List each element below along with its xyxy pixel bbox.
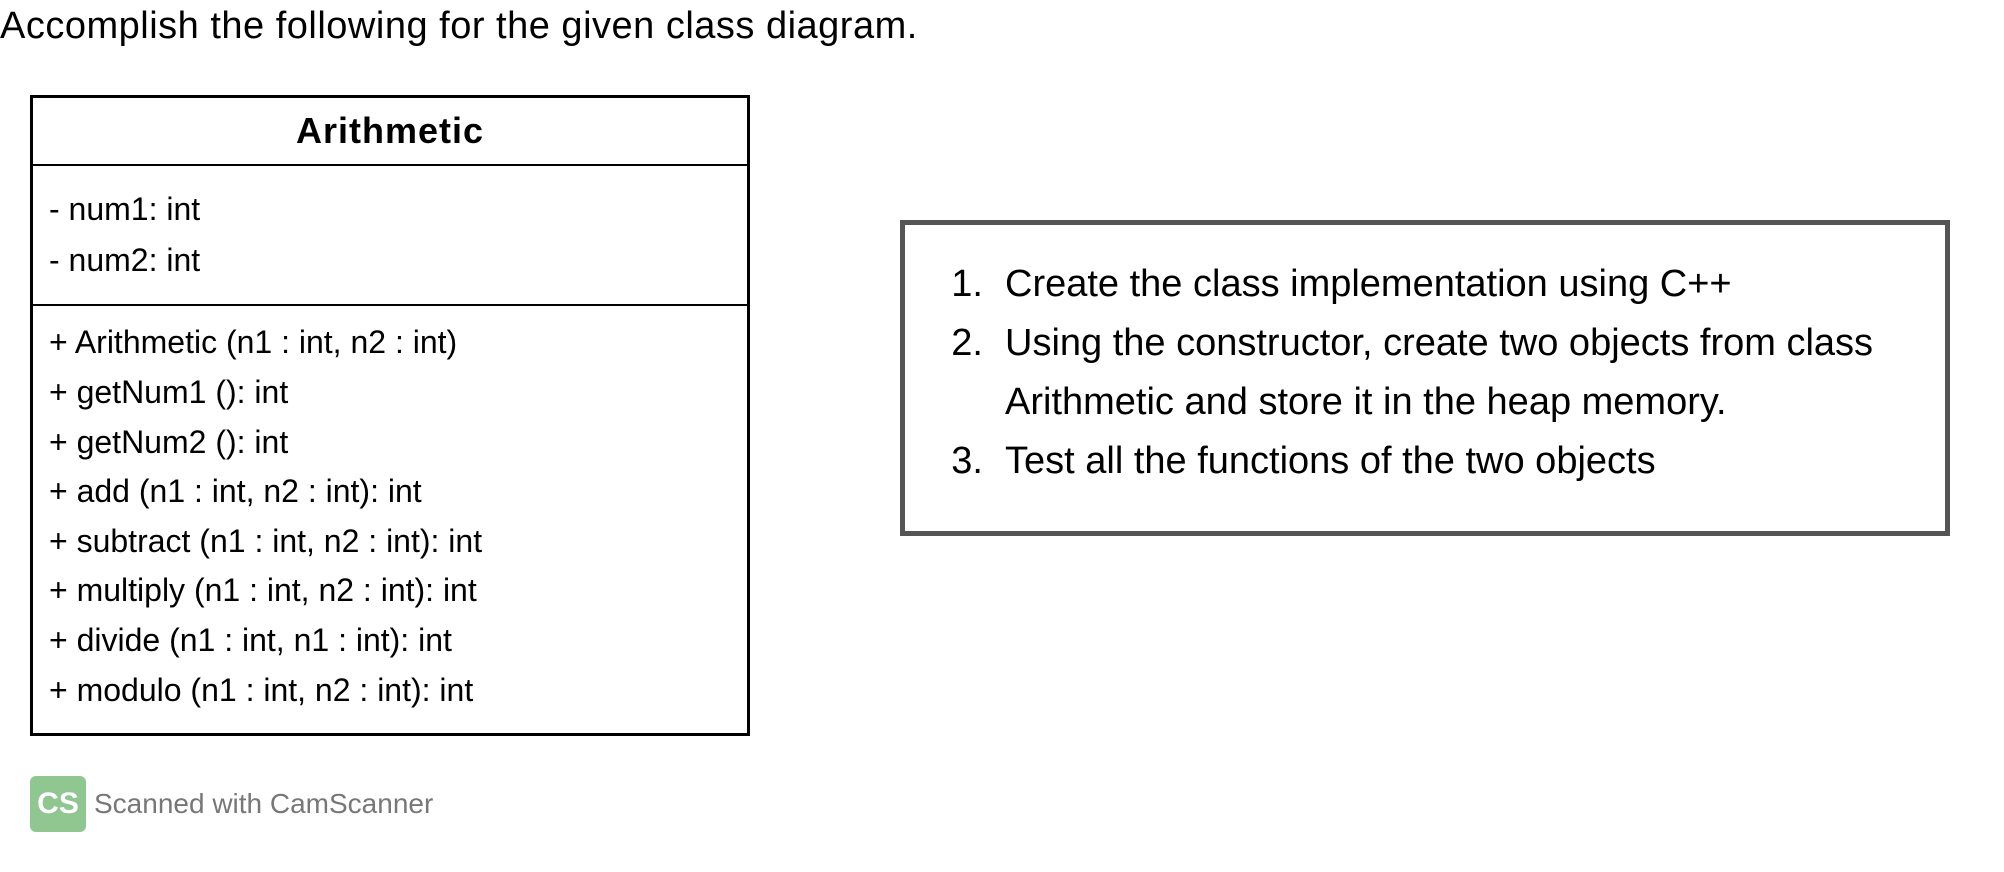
- uml-method: + modulo (n1 : int, n2 : int): int: [49, 666, 731, 716]
- tasks-list: 1. Create the class implementation using…: [935, 255, 1915, 491]
- uml-class-name: Arithmetic: [33, 98, 747, 166]
- instruction-heading: Accomplish the following for the given c…: [0, 5, 918, 48]
- task-item: 1. Create the class implementation using…: [935, 255, 1915, 314]
- task-number: 3.: [935, 432, 1005, 491]
- camscanner-text: Scanned with CamScanner: [94, 788, 433, 820]
- task-item: 2. Using the constructor, create two obj…: [935, 314, 1915, 432]
- task-number: 1.: [935, 255, 1005, 314]
- uml-method: + getNum1 (): int: [49, 368, 731, 418]
- camscanner-watermark: CS Scanned with CamScanner: [30, 776, 433, 832]
- uml-attributes-section: - num1: int - num2: int: [33, 166, 747, 306]
- task-text: Using the constructor, create two object…: [1005, 314, 1915, 432]
- uml-method: + subtract (n1 : int, n2 : int): int: [49, 517, 731, 567]
- task-item: 3. Test all the functions of the two obj…: [935, 432, 1915, 491]
- tasks-panel: 1. Create the class implementation using…: [900, 220, 1950, 536]
- task-text: Create the class implementation using C+…: [1005, 255, 1915, 314]
- uml-method: + Arithmetic (n1 : int, n2 : int): [49, 318, 731, 368]
- task-text: Test all the functions of the two object…: [1005, 432, 1915, 491]
- uml-method: + getNum2 (): int: [49, 418, 731, 468]
- uml-method: + multiply (n1 : int, n2 : int): int: [49, 566, 731, 616]
- camscanner-logo-icon: CS: [30, 776, 86, 832]
- task-number: 2.: [935, 314, 1005, 432]
- uml-attribute: - num1: int: [49, 184, 731, 235]
- uml-class-diagram: Arithmetic - num1: int - num2: int + Ari…: [30, 95, 750, 736]
- uml-method: + add (n1 : int, n2 : int): int: [49, 467, 731, 517]
- uml-method: + divide (n1 : int, n1 : int): int: [49, 616, 731, 666]
- uml-methods-section: + Arithmetic (n1 : int, n2 : int) + getN…: [33, 306, 747, 733]
- uml-attribute: - num2: int: [49, 235, 731, 286]
